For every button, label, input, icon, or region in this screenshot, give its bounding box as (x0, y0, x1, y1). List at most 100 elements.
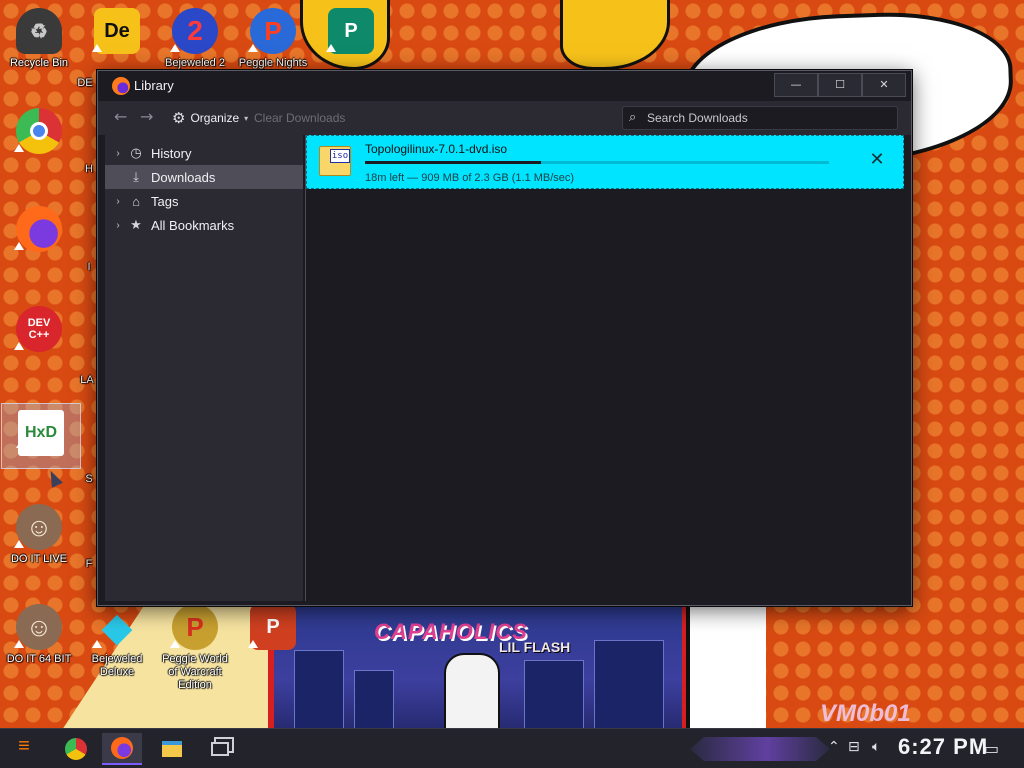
desktop-icon-label: Bejeweled Deluxe (91, 653, 143, 678)
shortcut-arrow-icon (14, 242, 24, 250)
volume-icon[interactable]: 🔈︎ (872, 739, 880, 755)
sidebar-item-label: All Bookmarks (151, 217, 235, 233)
desktop-icon-publisher[interactable]: P (312, 8, 390, 57)
folder-icon (162, 741, 182, 757)
sidebar-item-all-bookmarks[interactable]: › ★ All Bookmarks (105, 213, 303, 237)
maximize-button[interactable]: ☐ (818, 73, 862, 97)
desktop-icon-label: Peggle Nights (238, 57, 308, 69)
download-row[interactable]: iso Topologilinux-7.0.1-dvd.iso 18m left… (306, 135, 904, 189)
chevron-right-icon[interactable]: › (109, 196, 127, 207)
desktop-icon-label: Recycle Bin (9, 57, 69, 69)
gear-icon: ⚙ (172, 110, 186, 127)
task-view-icon (211, 742, 229, 756)
download-filename: Topologilinux-7.0.1-dvd.iso (365, 142, 508, 156)
library-window: Library — ☐ ✕ ← → ⚙ Organize ▾ Clear Dow… (97, 70, 912, 606)
desktop-icon-label: Bejeweled 2 (165, 57, 225, 69)
sidebar-item-history[interactable]: › ◷ History (105, 141, 303, 165)
shortcut-arrow-icon (14, 640, 24, 648)
organize-button[interactable]: ⚙ Organize ▾ (172, 109, 248, 127)
chrome-icon (65, 738, 87, 760)
close-button[interactable]: ✕ (862, 73, 906, 97)
album-subtitle: LIL FLASH (499, 639, 571, 655)
desktop-icon-de[interactable]: De (78, 8, 156, 57)
desktop-icon-recycle-bin[interactable]: ♻ Recycle Bin (0, 8, 78, 70)
partial-label: DE (77, 77, 93, 89)
library-sidebar: › ◷ History ⤓ Downloads › ⌂ Tags › ★ All… (105, 135, 303, 601)
clear-downloads-button[interactable]: Clear Downloads (254, 111, 345, 125)
back-arrow-icon[interactable]: ← (114, 109, 127, 125)
notification-icon[interactable]: ▭ (984, 739, 999, 758)
album-cover: CAPAHOLICS LIL FLASH (268, 605, 688, 730)
taskbar-file-explorer[interactable] (152, 733, 192, 765)
organize-label: Organize (190, 111, 240, 125)
chevron-right-icon[interactable]: › (109, 148, 127, 159)
clock-icon: ◷ (130, 145, 142, 160)
window-titlebar[interactable]: Library — ☐ ✕ (98, 71, 911, 101)
wallpaper-watermark: VM0b01 (820, 700, 911, 727)
desktop-icon-powerpoint[interactable]: P (234, 604, 312, 653)
sidebar-item-downloads[interactable]: ⤓ Downloads (105, 165, 303, 189)
desktop-icon-bejeweled-deluxe[interactable]: ◆ Bejeweled Deluxe (78, 604, 156, 679)
sidebar-item-tags[interactable]: › ⌂ Tags (105, 189, 303, 213)
desktop-icon-chrome[interactable] (0, 108, 78, 157)
clock[interactable]: 6:27 PM (898, 734, 988, 760)
desktop-icon-peggle-nights[interactable]: P Peggle Nights (234, 8, 312, 70)
sidebar-item-label: Tags (151, 193, 179, 209)
firefox-logo-icon (112, 77, 130, 95)
network-icon[interactable]: ⊟ (848, 739, 860, 755)
desktop-icon-hxd[interactable]: HxD (1, 403, 81, 469)
download-progress-bar (365, 161, 829, 164)
shortcut-arrow-icon (92, 44, 102, 52)
tag-icon: ⌂ (132, 193, 140, 209)
album-figure (444, 653, 500, 730)
taskbar: ≡ ⌃ ⊟ 🔈︎ 6:27 PM ▭ (0, 728, 1024, 768)
desktop-icon-dev-cpp[interactable]: DEV C++ (0, 306, 78, 355)
sidebar-item-label: History (151, 145, 192, 161)
shortcut-arrow-icon (14, 540, 24, 548)
desktop-icon-do-it-live[interactable]: ☺ DO IT LIVE (0, 504, 78, 566)
desktop-icon-do-it-64-bit[interactable]: ☺ DO IT 64 BIT (0, 604, 78, 666)
file-type-tag: iso (330, 149, 350, 163)
downloads-list: iso Topologilinux-7.0.1-dvd.iso 18m left… (305, 135, 904, 601)
star-icon: ★ (130, 217, 142, 232)
sidebar-item-label: Downloads (151, 169, 216, 185)
shortcut-arrow-icon (248, 640, 258, 648)
download-icon: ⤓ (133, 169, 139, 184)
taskbar-decoration (690, 737, 830, 761)
desktop-icon-bejeweled-2[interactable]: 2 Bejeweled 2 (156, 8, 234, 70)
taskbar-task-view[interactable] (200, 733, 240, 765)
mouse-cursor-icon (45, 468, 63, 488)
cancel-download-button[interactable]: ✕ (867, 151, 887, 171)
desktop-icon-firefox[interactable] (0, 206, 78, 255)
chevron-down-icon: ▾ (244, 113, 249, 123)
taskbar-chrome[interactable] (56, 733, 96, 765)
wallpaper-hair-shape (560, 0, 670, 70)
taskbar-firefox[interactable] (102, 733, 142, 765)
minimize-button[interactable]: — (774, 73, 818, 97)
shortcut-arrow-icon (170, 640, 180, 648)
window-title: Library (134, 78, 174, 93)
download-status: 18m left — 909 MB of 2.3 GB (1.1 MB/sec) (365, 172, 575, 184)
shortcut-arrow-icon (248, 44, 258, 52)
shortcut-arrow-icon (14, 342, 24, 350)
firefox-icon (111, 737, 133, 759)
iso-file-icon: iso (319, 146, 351, 176)
chevron-right-icon[interactable]: › (109, 220, 127, 231)
shortcut-arrow-icon (14, 144, 24, 152)
forward-arrow-icon[interactable]: → (140, 109, 153, 125)
search-downloads-input[interactable] (647, 109, 892, 127)
desktop-icon-label: Peggle World of Warcraft Edition (162, 653, 228, 691)
shortcut-arrow-icon (170, 44, 180, 52)
chevron-up-icon[interactable]: ⌃ (828, 739, 840, 755)
search-downloads-box[interactable]: ⌕ (622, 106, 898, 130)
download-progress-fill (365, 161, 541, 164)
hxd-icon: HxD (18, 410, 64, 456)
start-button[interactable]: ≡ (8, 735, 40, 763)
search-icon: ⌕ (629, 110, 637, 125)
shortcut-arrow-icon (16, 440, 26, 448)
desktop-icon-label: DO IT LIVE (10, 553, 68, 565)
desktop-icon-peggle-wow[interactable]: P Peggle World of Warcraft Edition (156, 604, 234, 692)
shortcut-arrow-icon (92, 640, 102, 648)
library-toolbar: ← → ⚙ Organize ▾ Clear Downloads ⌕ (98, 101, 911, 135)
recycle-bin-icon: ♻ (16, 8, 62, 54)
